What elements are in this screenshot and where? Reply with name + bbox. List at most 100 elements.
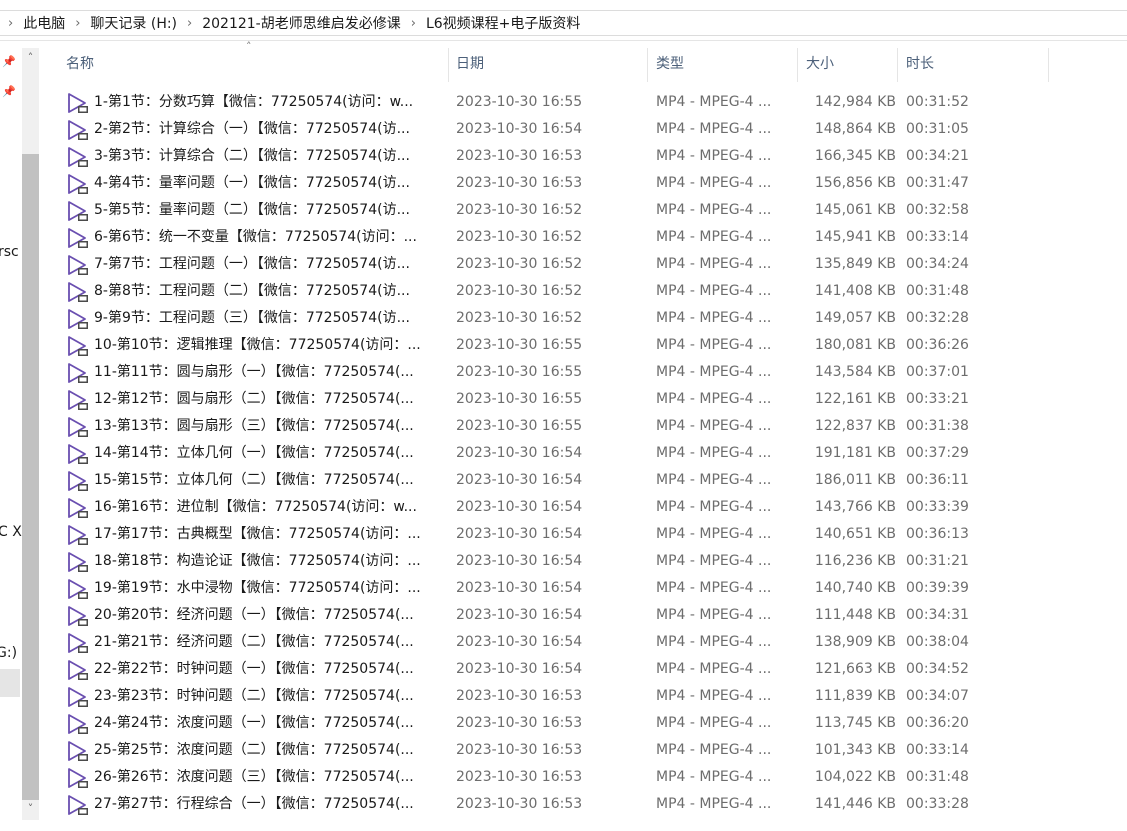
column-header-name[interactable]: 名称 bbox=[58, 48, 449, 82]
file-row[interactable]: 9-第9节：工程问题（三）【微信：77250574(访... 2023-10-30… bbox=[58, 305, 1058, 332]
file-row[interactable]: 24-第24节：浓度问题（一）【微信：77250574(... 2023-10-3… bbox=[58, 710, 1058, 737]
file-row[interactable]: 10-第10节：逻辑推理【微信：77250574(访问：... 2023-10-3… bbox=[58, 332, 1058, 359]
nav-selected-highlight[interactable] bbox=[0, 669, 20, 697]
file-row[interactable]: 14-第14节：立体几何（一）【微信：77250574(... 2023-10-3… bbox=[58, 440, 1058, 467]
file-size: 121,663 KB bbox=[814, 661, 896, 677]
file-date: 2023-10-30 16:54 bbox=[456, 634, 583, 650]
pin-icon[interactable]: 📌 bbox=[2, 55, 16, 68]
file-row[interactable]: 22-第22节：时钟问题（一）【微信：77250574(... 2023-10-3… bbox=[58, 656, 1058, 683]
file-date: 2023-10-30 16:53 bbox=[456, 175, 583, 191]
file-name: 20-第20节：经济问题（一）【微信：77250574(... bbox=[94, 607, 414, 623]
file-row[interactable]: 12-第12节：圆与扇形（二）【微信：77250574(... 2023-10-3… bbox=[58, 386, 1058, 413]
breadcrumb[interactable]: › 此电脑 › 聊天记录 (H:) › 202121-胡老师思维启发必修课 › … bbox=[0, 10, 1127, 36]
file-size: 145,941 KB bbox=[814, 229, 896, 245]
file-row[interactable]: 17-第17节：古典概型【微信：77250574(访问：... 2023-10-3… bbox=[58, 521, 1058, 548]
file-row[interactable]: 1-第1节：分数巧算【微信：77250574(访问：w... 2023-10-30… bbox=[58, 89, 1058, 116]
file-size: 111,448 KB bbox=[814, 607, 896, 623]
file-row[interactable]: 8-第8节：工程问题（二）【微信：77250574(访... 2023-10-30… bbox=[58, 278, 1058, 305]
file-size: 111,839 KB bbox=[814, 688, 896, 704]
file-row[interactable]: 26-第26节：浓度问题（三）【微信：77250574(... 2023-10-3… bbox=[58, 764, 1058, 791]
file-date: 2023-10-30 16:55 bbox=[456, 418, 583, 434]
file-duration: 00:36:13 bbox=[906, 526, 969, 542]
file-duration: 00:33:28 bbox=[906, 796, 969, 812]
file-type: MP4 - MPEG-4 ... bbox=[656, 607, 772, 623]
file-type: MP4 - MPEG-4 ... bbox=[656, 229, 772, 245]
file-type: MP4 - MPEG-4 ... bbox=[656, 553, 772, 569]
file-row[interactable]: 21-第21节：经济问题（二）【微信：77250574(... 2023-10-3… bbox=[58, 629, 1058, 656]
file-row[interactable]: 19-第19节：水中浸物【微信：77250574(访问：... 2023-10-3… bbox=[58, 575, 1058, 602]
file-type: MP4 - MPEG-4 ... bbox=[656, 175, 772, 191]
file-size: 180,081 KB bbox=[814, 337, 896, 353]
file-row[interactable]: 3-第3节：计算综合（二）【微信：77250574(访... 2023-10-30… bbox=[58, 143, 1058, 170]
file-duration: 00:33:21 bbox=[906, 391, 969, 407]
file-name: 18-第18节：构造论证【微信：77250574(访问：... bbox=[94, 553, 421, 569]
file-row[interactable]: 11-第11节：圆与扇形（一）【微信：77250574(... 2023-10-3… bbox=[58, 359, 1058, 386]
address-bar: › 此电脑 › 聊天记录 (H:) › 202121-胡老师思维启发必修课 › … bbox=[0, 0, 1127, 41]
file-row[interactable]: 13-第13节：圆与扇形（三）【微信：77250574(... 2023-10-3… bbox=[58, 413, 1058, 440]
file-row[interactable]: 18-第18节：构造论证【微信：77250574(访问：... 2023-10-3… bbox=[58, 548, 1058, 575]
column-header-size[interactable]: 大小 bbox=[798, 48, 898, 82]
file-date: 2023-10-30 16:55 bbox=[456, 364, 583, 380]
file-type: MP4 - MPEG-4 ... bbox=[656, 499, 772, 515]
file-name: 3-第3节：计算综合（二）【微信：77250574(访... bbox=[94, 148, 410, 164]
file-row[interactable]: 7-第7节：工程问题（一）【微信：77250574(访... 2023-10-30… bbox=[58, 251, 1058, 278]
file-name: 6-第6节：统一不变量【微信：77250574(访问：... bbox=[94, 229, 417, 245]
nav-item-fragment[interactable]: G:) bbox=[0, 645, 17, 661]
video-play-icon bbox=[67, 281, 89, 303]
file-type: MP4 - MPEG-4 ... bbox=[656, 661, 772, 677]
file-size: 149,057 KB bbox=[814, 310, 896, 326]
file-size: 148,864 KB bbox=[814, 121, 896, 137]
file-row[interactable]: 5-第5节：量率问题（二）【微信：77250574(访... 2023-10-30… bbox=[58, 197, 1058, 224]
file-date: 2023-10-30 16:54 bbox=[456, 445, 583, 461]
file-row[interactable]: 20-第20节：经济问题（一）【微信：77250574(... 2023-10-3… bbox=[58, 602, 1058, 629]
file-duration: 00:33:14 bbox=[906, 742, 969, 758]
file-duration: 00:39:39 bbox=[906, 580, 969, 596]
file-type: MP4 - MPEG-4 ... bbox=[656, 634, 772, 650]
file-type: MP4 - MPEG-4 ... bbox=[656, 364, 772, 380]
scroll-down-icon[interactable]: ˅ bbox=[22, 801, 39, 817]
file-date: 2023-10-30 16:52 bbox=[456, 256, 583, 272]
breadcrumb-separator[interactable]: › bbox=[179, 16, 200, 31]
file-name: 16-第16节：进位制【微信：77250574(访问：w... bbox=[94, 499, 417, 515]
file-row[interactable]: 4-第4节：量率问题（一）【微信：77250574(访... 2023-10-30… bbox=[58, 170, 1058, 197]
video-play-icon bbox=[67, 227, 89, 249]
file-name: 26-第26节：浓度问题（三）【微信：77250574(... bbox=[94, 769, 414, 785]
file-size: 166,345 KB bbox=[814, 148, 896, 164]
video-play-icon bbox=[67, 443, 89, 465]
pin-icon[interactable]: 📌 bbox=[2, 85, 16, 98]
scroll-up-icon[interactable]: ˄ bbox=[22, 50, 39, 66]
scrollbar-thumb[interactable] bbox=[22, 154, 39, 800]
column-header-date[interactable]: 日期 bbox=[448, 48, 648, 82]
breadcrumb-item-drive[interactable]: 聊天记录 (H:) bbox=[88, 13, 179, 33]
file-date: 2023-10-30 16:52 bbox=[456, 283, 583, 299]
nav-item-fragment[interactable]: rsc bbox=[0, 244, 19, 260]
column-header-duration[interactable]: 时长 bbox=[898, 48, 1049, 82]
video-play-icon bbox=[67, 362, 89, 384]
breadcrumb-item-this-pc[interactable]: 此电脑 bbox=[21, 13, 67, 33]
file-duration: 00:38:04 bbox=[906, 634, 969, 650]
file-name: 23-第23节：时钟问题（二）【微信：77250574(... bbox=[94, 688, 414, 704]
file-type: MP4 - MPEG-4 ... bbox=[656, 337, 772, 353]
file-row[interactable]: 6-第6节：统一不变量【微信：77250574(访问：... 2023-10-30… bbox=[58, 224, 1058, 251]
file-row[interactable]: 2-第2节：计算综合（一）【微信：77250574(访... 2023-10-30… bbox=[58, 116, 1058, 143]
file-row[interactable]: 25-第25节：浓度问题（二）【微信：77250574(... 2023-10-3… bbox=[58, 737, 1058, 764]
file-row[interactable]: 23-第23节：时钟问题（二）【微信：77250574(... 2023-10-3… bbox=[58, 683, 1058, 710]
file-date: 2023-10-30 16:54 bbox=[456, 526, 583, 542]
column-header-type[interactable]: 类型 bbox=[648, 48, 798, 82]
file-duration: 00:32:28 bbox=[906, 310, 969, 326]
file-duration: 00:36:26 bbox=[906, 337, 969, 353]
nav-item-fragment[interactable]: C X bbox=[0, 524, 22, 540]
file-name: 21-第21节：经济问题（二）【微信：77250574(... bbox=[94, 634, 414, 650]
video-play-icon bbox=[67, 740, 89, 762]
breadcrumb-item-course-folder[interactable]: 202121-胡老师思维启发必修课 bbox=[200, 13, 403, 33]
breadcrumb-separator[interactable]: › bbox=[67, 16, 88, 31]
file-row[interactable]: 15-第15节：立体几何（二）【微信：77250574(... 2023-10-3… bbox=[58, 467, 1058, 494]
file-row[interactable]: 16-第16节：进位制【微信：77250574(访问：w... 2023-10-3… bbox=[58, 494, 1058, 521]
file-row[interactable]: 27-第27节：行程综合（一）【微信：77250574(... 2023-10-3… bbox=[58, 791, 1058, 818]
file-date: 2023-10-30 16:52 bbox=[456, 202, 583, 218]
file-type: MP4 - MPEG-4 ... bbox=[656, 121, 772, 137]
breadcrumb-separator[interactable]: › bbox=[403, 16, 424, 31]
file-size: 138,909 KB bbox=[814, 634, 896, 650]
breadcrumb-item-current-folder[interactable]: L6视频课程+电子版资料 bbox=[424, 13, 582, 33]
file-duration: 00:36:20 bbox=[906, 715, 969, 731]
